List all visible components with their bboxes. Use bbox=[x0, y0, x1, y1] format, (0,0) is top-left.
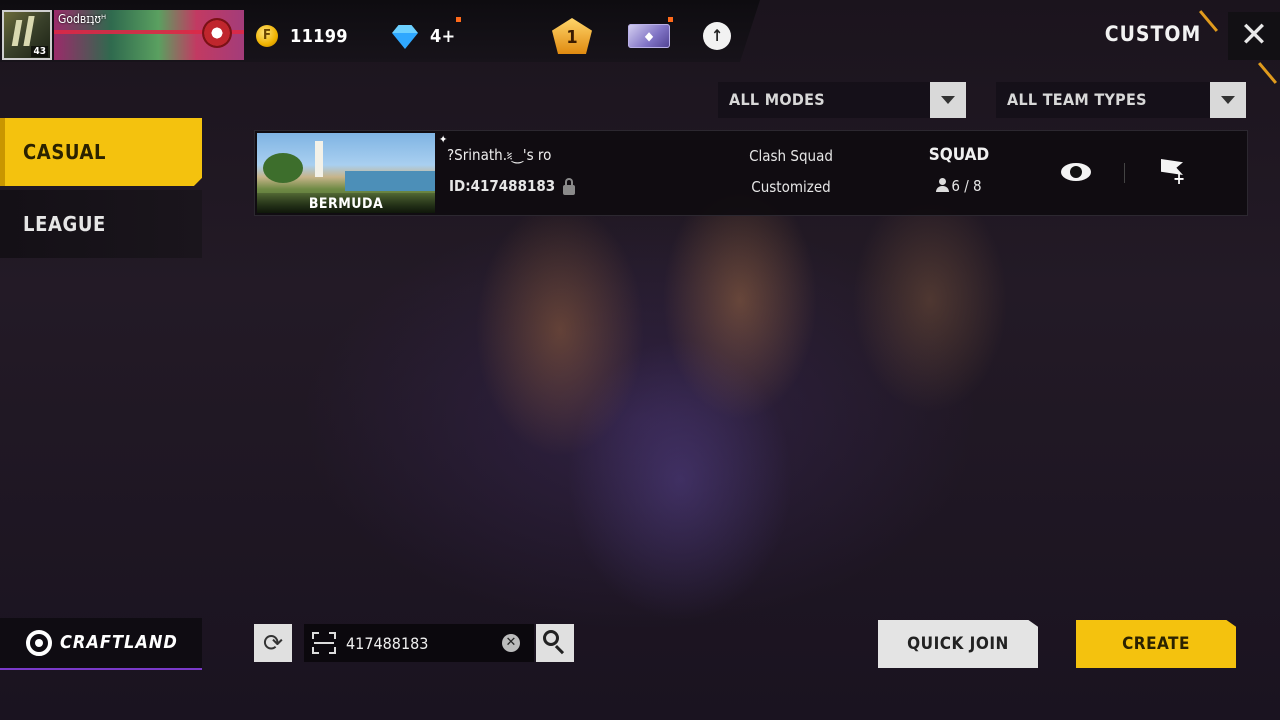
eye-icon[interactable] bbox=[1061, 163, 1091, 181]
close-icon[interactable]: ✕ bbox=[1228, 12, 1280, 60]
map-art bbox=[263, 153, 303, 183]
map-name: BERMUDA bbox=[257, 193, 435, 213]
room-id: ID:417488183 bbox=[449, 177, 556, 195]
craftland-logo-icon bbox=[26, 630, 52, 656]
coin-icon: F bbox=[256, 25, 278, 47]
lighthouse-art bbox=[315, 141, 323, 177]
create-button[interactable]: CREATE bbox=[1076, 620, 1236, 668]
notification-dot bbox=[668, 17, 673, 22]
decorative-stripe bbox=[1257, 62, 1278, 84]
notification-dot bbox=[456, 17, 461, 22]
room-player-count: 6 / 8 bbox=[909, 177, 1009, 195]
rank-number: 1 bbox=[566, 27, 578, 48]
player-avatar[interactable]: 43 bbox=[2, 10, 52, 60]
avatar-art bbox=[23, 16, 35, 46]
diamond-icon bbox=[392, 33, 418, 49]
team-types-filter-dropdown[interactable]: ALL TEAM TYPES bbox=[996, 82, 1246, 118]
room-owner: ?Srinath.⹏‿'s ro bbox=[447, 146, 552, 164]
chevron-down-icon[interactable] bbox=[1210, 82, 1246, 118]
avatar-art bbox=[11, 20, 23, 46]
scan-icon[interactable] bbox=[312, 632, 336, 654]
page-title: CUSTOM bbox=[1104, 22, 1202, 46]
map-thumbnail: BERMUDA bbox=[257, 133, 435, 213]
modes-filter-label: ALL MODES bbox=[729, 90, 825, 109]
quick-join-button[interactable]: QUICK JOIN bbox=[878, 620, 1038, 668]
craftland-label: CRAFTLAND bbox=[60, 632, 178, 653]
divider bbox=[1124, 163, 1125, 183]
player-count-value: 6 / 8 bbox=[951, 177, 982, 195]
lock-icon bbox=[563, 178, 575, 195]
person-icon bbox=[936, 178, 950, 192]
team-types-filter-label: ALL TEAM TYPES bbox=[1007, 90, 1147, 109]
room-mode-detail: Customized bbox=[751, 178, 831, 196]
refresh-icon[interactable]: ⟳ bbox=[254, 624, 292, 662]
search-icon[interactable] bbox=[536, 624, 574, 662]
flag-plus-icon[interactable] bbox=[1159, 159, 1185, 188]
guild-emblem-icon bbox=[202, 18, 232, 48]
tab-casual[interactable]: CASUAL bbox=[0, 118, 202, 186]
player-banner[interactable]: Godʙɪʇʊᴴ bbox=[54, 10, 244, 60]
modes-filter-dropdown[interactable]: ALL MODES bbox=[718, 82, 966, 118]
room-search-input[interactable] bbox=[346, 624, 496, 662]
membership-card-icon[interactable]: ◆ bbox=[628, 24, 670, 48]
clear-icon[interactable]: ✕ bbox=[502, 634, 520, 652]
diamond-counter[interactable]: 4+ bbox=[392, 24, 456, 49]
room-search-box[interactable]: ✕ bbox=[304, 624, 534, 662]
cloud-upload-icon[interactable]: ↑ bbox=[703, 22, 731, 50]
map-art bbox=[345, 171, 435, 191]
tab-league[interactable]: LEAGUE bbox=[0, 190, 202, 258]
room-team-type: SQUAD bbox=[928, 145, 990, 165]
craftland-button[interactable]: CRAFTLAND bbox=[0, 618, 202, 670]
diamond-value: 4+ bbox=[430, 25, 456, 47]
chevron-down-icon[interactable] bbox=[930, 82, 966, 118]
player-name: Godʙɪʇʊᴴ bbox=[58, 12, 107, 26]
room-list-item[interactable]: BERMUDA ✦ ?Srinath.⹏‿'s ro ID:417488183 … bbox=[254, 130, 1248, 216]
player-level: 43 bbox=[31, 46, 48, 57]
room-mode: Clash Squad bbox=[749, 147, 833, 165]
gold-counter[interactable]: F 11199 bbox=[256, 24, 348, 48]
gold-value: 11199 bbox=[290, 25, 348, 47]
